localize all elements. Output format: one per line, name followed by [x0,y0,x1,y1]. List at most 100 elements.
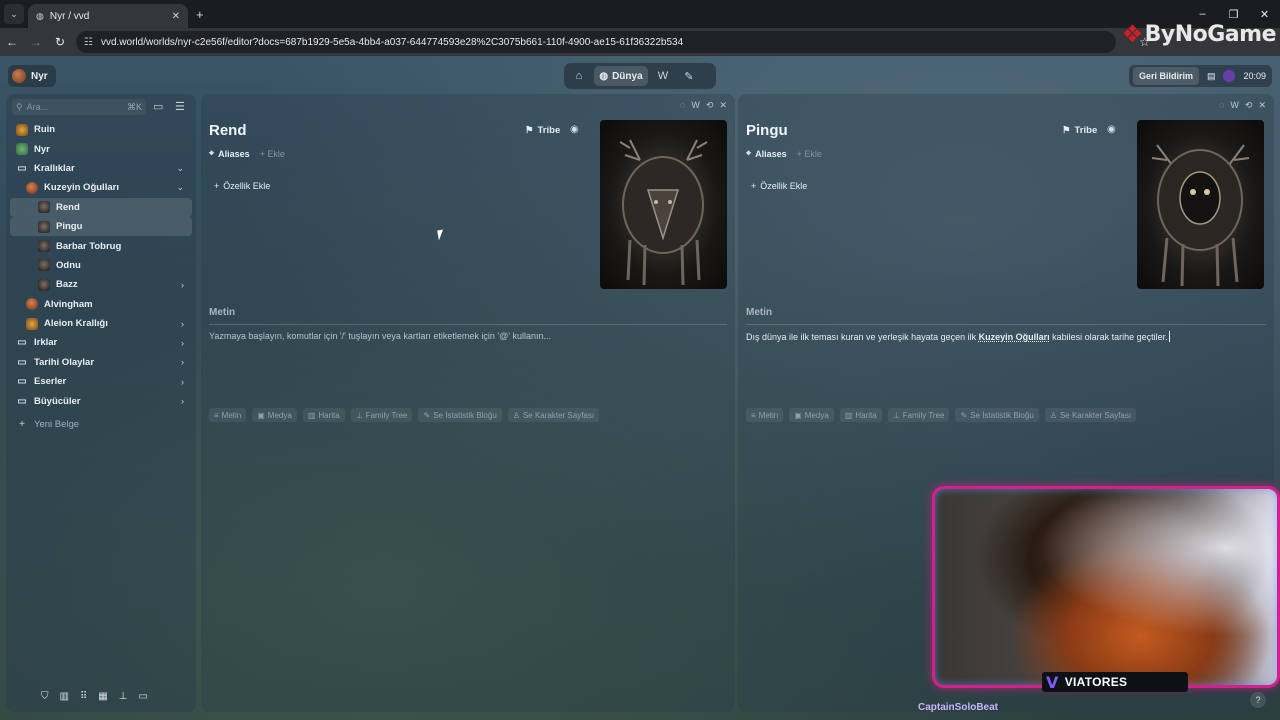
mention-link[interactable]: Kuzeyin Oğulları [979,332,1050,342]
tribe-tag[interactable]: ⚑ Tribe [525,125,560,136]
chip-media[interactable]: ▣ Medya [252,408,297,422]
tree-item-nyr[interactable]: Nyr [10,139,192,158]
plus-icon: + [19,419,25,431]
tab-world[interactable]: ◍ Dünya [594,66,648,86]
chevron-right-icon[interactable]: › [181,338,184,348]
tab-search-button[interactable]: ⌄ [4,4,24,24]
top-navigation: Nyr ⌂ ◍ Dünya W ✎ Geri Bildirim ▤ 20:09 [0,56,1280,94]
tree-item-pingu[interactable]: Pingu [10,216,192,237]
chip-media[interactable]: ▣ Medya [789,408,834,422]
chip-map[interactable]: ▥ Harita [302,408,345,422]
chevron-right-icon[interactable]: › [181,280,184,290]
chip-map[interactable]: ▥ Harita [839,408,882,422]
wiki-icon[interactable]: W [652,66,674,86]
brand-flame-icon: ❖ [1121,20,1144,48]
chevron-right-icon[interactable]: › [181,319,184,329]
close-window-button[interactable]: ✕ [1249,8,1280,21]
media-icon: ▣ [794,410,802,420]
tree-item-bazz[interactable]: Bazz › [10,275,192,294]
history-icon[interactable]: ⟲ [706,100,714,111]
table-icon[interactable]: ▦ [98,691,107,702]
history-icon[interactable]: ⟲ [1245,100,1253,111]
forward-button[interactable]: → [24,35,48,49]
chip-label: Harita [318,410,340,420]
character-portrait-image[interactable] [1137,120,1264,289]
home-icon[interactable]: ⌂ [568,66,590,86]
chip-character-sheet[interactable]: ♙ Se Karakter Sayfası [1044,408,1137,422]
world-switcher[interactable]: Nyr [8,65,56,87]
grid-icon[interactable]: ⠿ [80,691,87,702]
chevron-right-icon[interactable]: › [181,396,184,406]
tree-folder-kralliklar[interactable]: ▭ Krallıklar ⌄ [10,159,192,178]
search-input[interactable]: ⚲ Ara... ⌘K [12,99,146,115]
add-alias-button[interactable]: + Ekle [797,149,822,159]
tree-folder-buyuculer[interactable]: ▭ Büyücüler › [10,391,192,410]
shield-icon[interactable]: ⛉ [41,691,49,702]
map-icon[interactable]: ▥ [60,691,69,702]
filter-icon[interactable]: ☰ [175,100,185,113]
wiki-icon[interactable]: W [1230,100,1239,111]
editor-content[interactable]: Dış dünya ile ilk teması kuran ve yerleş… [746,331,1170,342]
tree-item-kuzeyin-ogullari[interactable]: Kuzeyin Oğulları ⌄ [10,178,192,197]
person-icon: ♙ [512,410,520,420]
feedback-button[interactable]: Geri Bildirim [1132,67,1199,85]
tree-item-ruin[interactable]: Ruin [10,120,192,139]
tree-item-rend[interactable]: Rend [10,197,192,217]
hierarchy-icon[interactable]: ⊥ [119,691,128,702]
new-tab-button[interactable]: + [196,7,204,22]
help-button[interactable]: ? [1250,692,1266,708]
close-icon[interactable]: ✕ [1258,100,1266,111]
map-icon: ▥ [844,410,853,420]
chip-stat-block[interactable]: ✎ Se İstatistik Bloğu [955,408,1039,422]
chip-family-tree[interactable]: ⊥ Family Tree [350,408,413,422]
tree-item-alvingham[interactable]: Alvingham [10,295,192,314]
tree-item-label: Nyr [34,143,50,155]
maximize-button[interactable]: ❐ [1218,8,1249,21]
site-settings-icon[interactable]: ☷ [84,37,93,48]
calendar-icon[interactable]: ▤ [1207,71,1216,82]
document-title[interactable]: Pingu [746,122,788,139]
minimize-button[interactable]: – [1187,8,1218,20]
person-icon: ♙ [1049,410,1057,420]
chip-character-sheet[interactable]: ♙ Se Karakter Sayfası [507,408,600,422]
chevron-right-icon[interactable]: › [181,377,184,387]
aliases-label-text: Aliases [755,148,787,159]
editor-placeholder[interactable]: Yazmaya başlayın, komutlar için '/' tuşl… [209,331,551,341]
character-portrait-image[interactable] [600,120,727,289]
user-avatar[interactable] [1223,70,1236,82]
tree-item-barbar-tobrug[interactable]: Barbar Tobrug [10,236,192,255]
close-icon[interactable]: ✕ [719,100,727,111]
chip-text[interactable]: ≡ Metin [209,408,247,422]
add-property-button[interactable]: + Özellik Ekle [214,181,270,191]
chevron-down-icon[interactable]: ⌄ [176,182,184,193]
chevron-down-icon[interactable]: ⌄ [176,163,184,174]
tree-item-aleion-kralligi[interactable]: Aleion Krallığı › [10,314,192,333]
add-alias-button[interactable]: + Ekle [260,149,285,159]
tree-folder-irklar[interactable]: ▭ Irklar › [10,333,192,352]
visibility-icon[interactable]: ◉ [570,124,579,135]
folder-icon[interactable]: ▭ [138,691,147,702]
reload-button[interactable]: ↻ [48,35,72,49]
chip-stat-block[interactable]: ✎ Se İstatistik Bloğu [418,408,502,422]
tree-item-label: Bazz [56,279,78,291]
browser-tab[interactable]: ◍ Nyr / vvd ✕ [28,4,188,28]
tree-folder-tarihi-olaylar[interactable]: ▭ Tarihi Olaylar › [10,353,192,372]
url-field[interactable]: ☷ vvd.world/worlds/nyr-c2e56f/editor?doc… [76,31,1116,53]
wiki-icon[interactable]: W [691,100,700,111]
quill-icon[interactable]: ✎ [678,66,700,86]
visibility-icon[interactable]: ◉ [1107,124,1116,135]
tribe-tag[interactable]: ⚑ Tribe [1062,125,1097,136]
tree-item-odnu[interactable]: Odnu [10,256,192,275]
back-button[interactable]: ← [0,35,24,49]
chip-text[interactable]: ≡ Metin [746,408,784,422]
aliases-label-text: Aliases [218,148,250,159]
new-document-button[interactable]: + Yeni Belge [10,415,192,434]
chip-family-tree[interactable]: ⊥ Family Tree [887,408,950,422]
chevron-right-icon[interactable]: › [181,357,184,367]
document-title[interactable]: Rend [209,122,247,139]
folder-open-icon[interactable]: ▭ [153,100,163,113]
tab-close-icon[interactable]: ✕ [172,11,180,22]
add-property-button[interactable]: + Özellik Ekle [751,181,807,191]
tree-item-label: Rend [56,201,80,213]
tree-folder-eserler[interactable]: ▭ Eserler › [10,372,192,391]
